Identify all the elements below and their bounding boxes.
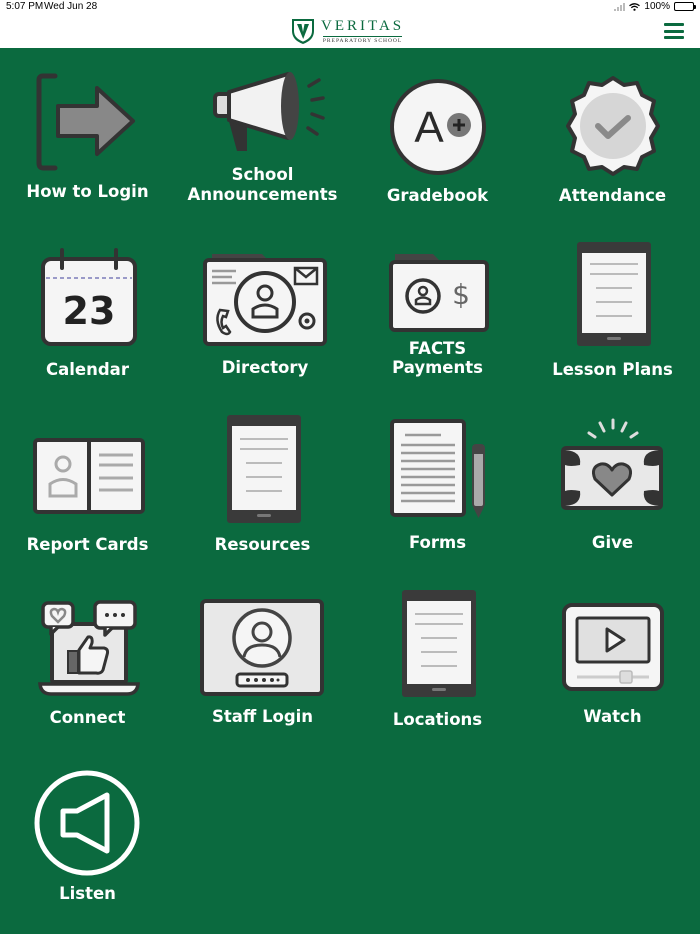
tile-label: Report Cards xyxy=(26,535,149,554)
tile-watch[interactable]: Watch xyxy=(540,596,685,736)
directory-contact-icon xyxy=(203,254,327,346)
tile-label: Lesson Plans xyxy=(552,360,673,379)
login-arrow-icon xyxy=(36,73,135,171)
tile-label: Directory xyxy=(221,358,309,377)
battery-percent: 100% xyxy=(644,1,670,12)
grade-letter: A xyxy=(414,103,444,152)
speaker-icon xyxy=(34,770,140,876)
calendar-day: 23 xyxy=(62,289,116,333)
tile-label: Forms xyxy=(408,533,467,552)
tile-how-to-login[interactable]: How to Login xyxy=(15,66,160,216)
status-bar: 5:07 PM Wed Jun 28 100% xyxy=(0,0,700,14)
tile-resources[interactable]: Resources xyxy=(190,413,335,563)
tile-attendance[interactable]: Attendance xyxy=(540,66,685,216)
video-player-icon xyxy=(562,603,664,691)
tile-calendar[interactable]: 23 Calendar xyxy=(15,244,160,389)
staff-login-user-icon xyxy=(200,599,324,696)
status-time: 5:07 PM xyxy=(6,1,44,12)
app-header: VERITAS PREPARATORY SCHOOL xyxy=(0,14,700,48)
tile-gradebook[interactable]: A Gradebook xyxy=(365,66,510,216)
tile-label: Give xyxy=(591,533,634,552)
tile-label: Listen xyxy=(59,884,116,903)
checkmark-badge-icon xyxy=(566,76,660,176)
payment-folder-icon xyxy=(389,254,489,332)
heart-gift-icon xyxy=(561,418,663,510)
tile-forms[interactable]: Forms xyxy=(365,415,510,560)
tile-label: FACTS Payments xyxy=(392,339,483,377)
battery-icon xyxy=(674,2,696,11)
tile-label: Locations xyxy=(392,710,483,729)
tile-label: School Announcements xyxy=(187,165,338,204)
social-like-laptop-icon xyxy=(38,600,140,696)
veritas-logo: VERITAS PREPARATORY SCHOOL xyxy=(291,17,404,45)
tile-label: Gradebook xyxy=(386,186,489,205)
tile-connect[interactable]: Connect xyxy=(15,596,160,736)
tile-lesson-plans[interactable]: Lesson Plans xyxy=(540,240,685,390)
dollar-sign-icon: $ xyxy=(452,278,470,311)
tile-directory[interactable]: Directory xyxy=(190,244,340,389)
megaphone-icon xyxy=(213,72,325,151)
hamburger-menu-icon[interactable] xyxy=(664,23,684,39)
status-right: 100% xyxy=(614,1,696,12)
tile-label: Watch xyxy=(583,707,642,726)
tile-label: Attendance xyxy=(558,186,667,205)
brand-name: VERITAS xyxy=(321,17,405,34)
tile-label: How to Login xyxy=(26,182,149,201)
report-card-book-icon xyxy=(33,438,145,514)
tablet-document-icon xyxy=(402,590,476,697)
status-date: Wed Jun 28 xyxy=(44,1,98,12)
cellular-signal-icon xyxy=(614,2,626,11)
tablet-document-icon xyxy=(577,242,651,346)
tile-facts-payments[interactable]: $ FACTS Payments xyxy=(365,244,510,389)
tile-staff-login[interactable]: Staff Login xyxy=(190,596,335,736)
tile-give[interactable]: Give xyxy=(540,415,685,560)
tile-label: Staff Login xyxy=(211,707,314,726)
tile-locations[interactable]: Locations xyxy=(365,588,510,738)
tile-report-cards[interactable]: Report Cards xyxy=(15,420,160,565)
form-pencil-icon xyxy=(390,419,485,518)
tile-label: Resources xyxy=(214,535,311,554)
brand-subtitle: PREPARATORY SCHOOL xyxy=(322,35,403,44)
tile-label: Connect xyxy=(49,708,126,727)
tile-school-announcements[interactable]: School Announcements xyxy=(185,66,340,216)
tablet-document-icon xyxy=(227,415,301,523)
tile-label: Calendar xyxy=(46,360,129,379)
tile-listen[interactable]: Listen xyxy=(15,768,160,913)
wifi-icon xyxy=(629,2,641,11)
veritas-shield-icon xyxy=(292,18,314,44)
